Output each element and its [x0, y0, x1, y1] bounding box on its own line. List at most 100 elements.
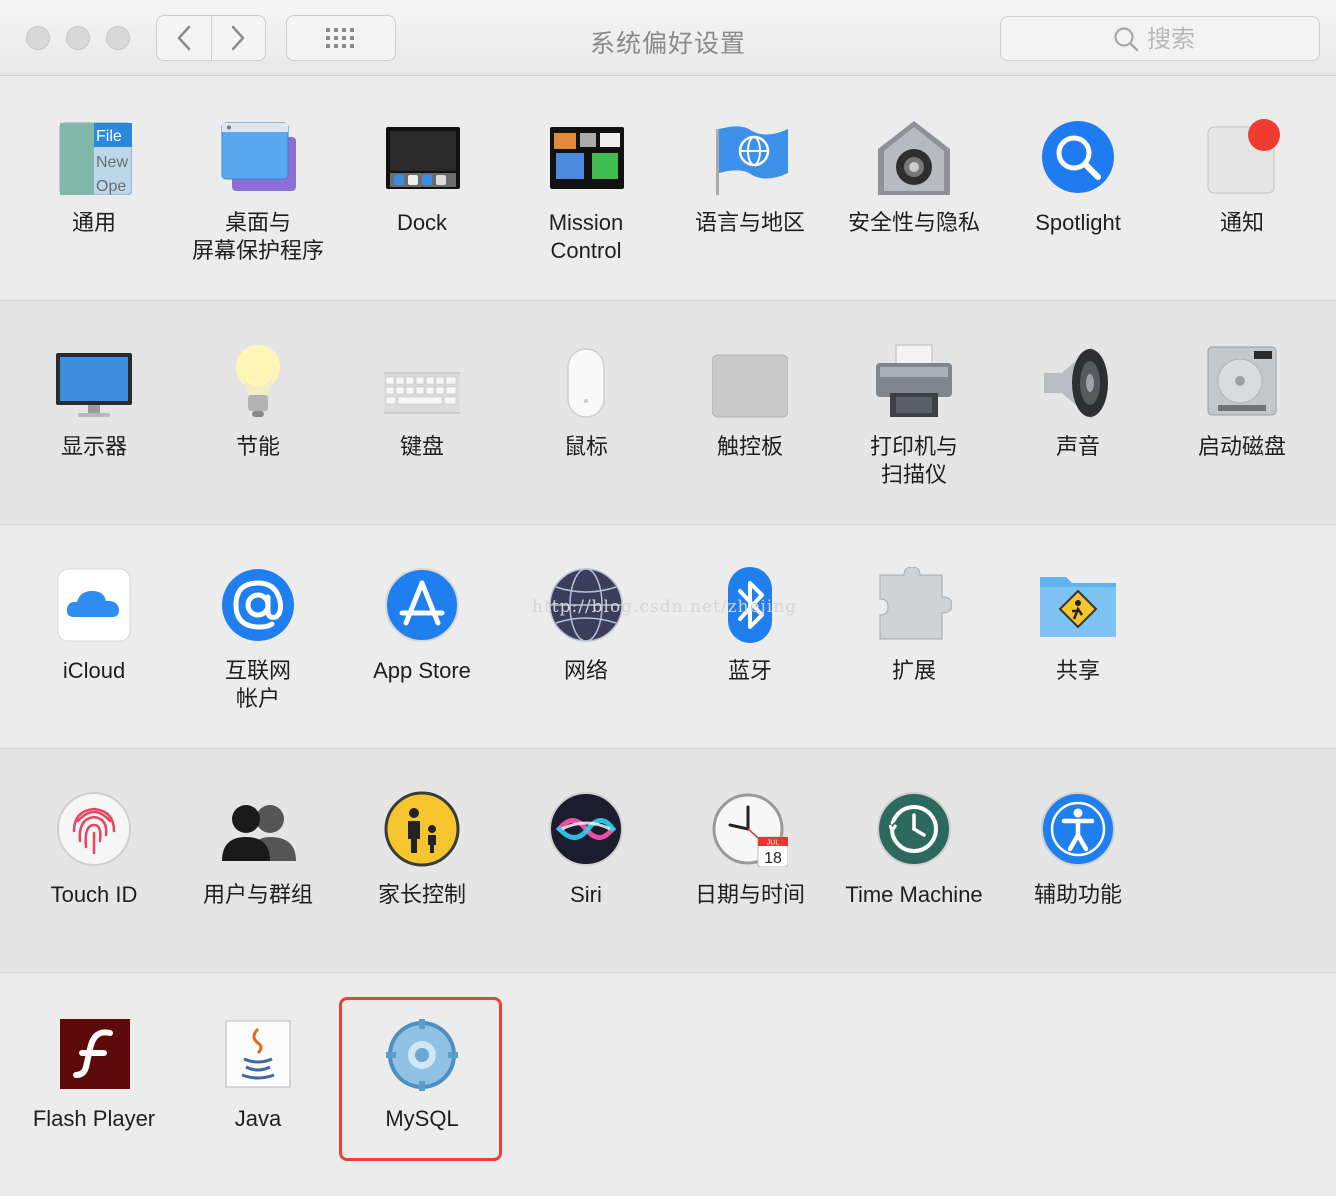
pane-label: 用户与群组: [202, 882, 313, 907]
svg-text:Ope: Ope: [96, 178, 126, 195]
touch-id-icon: [57, 792, 131, 866]
pane-label: 辅助功能: [1033, 882, 1122, 907]
parental-controls-icon: [384, 791, 460, 867]
pane-sound[interactable]: 声音: [996, 301, 1160, 501]
sharing-icon: [1040, 577, 1116, 637]
icloud-icon: [57, 568, 131, 642]
pane-icloud[interactable]: iCloud: [12, 525, 176, 725]
pane-flash-player[interactable]: Flash Player: [12, 973, 176, 1173]
pane-date-time[interactable]: JUL 18 日期与时间: [668, 749, 832, 949]
pane-label: 互联网 帐户: [224, 658, 291, 711]
pane-label: 键盘: [399, 434, 444, 459]
sound-icon: [1044, 347, 1108, 419]
notifications-icon: [1207, 119, 1280, 194]
pane-language-region[interactable]: 语言与地区: [668, 77, 832, 277]
pane-extensions[interactable]: 扩展: [832, 525, 996, 725]
pane-label: 日期与时间: [694, 882, 805, 907]
extensions-icon: [879, 567, 952, 640]
pane-app-store[interactable]: App Store: [340, 525, 504, 725]
pane-label: 安全性与隐私: [847, 210, 980, 235]
pane-security-privacy[interactable]: 安全性与隐私: [832, 77, 996, 277]
desktop-screensaver-icon: [221, 122, 296, 191]
pane-dock[interactable]: Dock: [340, 77, 504, 277]
pane-label: 声音: [1055, 434, 1100, 459]
svg-text:File: File: [96, 128, 122, 145]
spotlight-icon: [1042, 121, 1114, 193]
pane-mission-control[interactable]: Mission Control: [504, 77, 668, 277]
pane-label: Time Machine: [845, 882, 983, 907]
pane-notifications[interactable]: 通知: [1160, 77, 1324, 277]
pane-label: 家长控制: [377, 882, 466, 907]
pane-general[interactable]: File New Ope 通用: [12, 77, 176, 277]
siri-icon: [549, 792, 623, 866]
svg-text:JUL: JUL: [767, 840, 780, 847]
pane-label: 通知: [1219, 210, 1264, 235]
pane-users-groups[interactable]: 用户与群组: [176, 749, 340, 949]
pane-label: Siri: [570, 882, 602, 907]
language-region-icon: [716, 126, 788, 195]
app-store-icon: [385, 568, 459, 642]
pane-label: 共享: [1055, 658, 1100, 683]
pane-siri[interactable]: Siri: [504, 749, 668, 949]
pane-label: Mission Control: [548, 210, 624, 263]
pane-displays[interactable]: 显示器: [12, 301, 176, 501]
pane-label: App Store: [373, 658, 471, 683]
date-time-icon: JUL 18: [712, 793, 788, 867]
pane-startup-disk[interactable]: 启动磁盘: [1160, 301, 1324, 501]
pane-network[interactable]: 网络: [504, 525, 668, 725]
mysql-highlight-box: [339, 997, 502, 1161]
pane-bluetooth[interactable]: 蓝牙: [668, 525, 832, 725]
flash-player-icon: [60, 1019, 130, 1089]
pane-parental-controls[interactable]: 家长控制: [340, 749, 504, 949]
search-field[interactable]: [1000, 16, 1320, 61]
watermark: http://blog.csdn.net/zhejing: [532, 597, 798, 617]
pane-java[interactable]: Java: [176, 973, 340, 1173]
trackpad-icon: [712, 354, 788, 418]
pane-label: 网络: [563, 658, 608, 683]
java-icon: [225, 1020, 291, 1088]
pane-label: 桌面与 屏幕保护程序: [191, 210, 324, 263]
pane-accessibility[interactable]: 辅助功能: [996, 749, 1160, 949]
svg-text:New: New: [96, 154, 128, 171]
pane-mouse[interactable]: 鼠标: [504, 301, 668, 501]
pane-label: Touch ID: [50, 882, 138, 907]
pane-internet-accounts[interactable]: 互联网 帐户: [176, 525, 340, 725]
printers-scanners-icon: [876, 344, 952, 417]
pane-label: 节能: [235, 434, 280, 459]
dock-icon: [386, 127, 460, 189]
pane-label: iCloud: [62, 658, 126, 683]
mouse-icon: [567, 348, 605, 418]
keyboard-icon: [384, 372, 460, 414]
pane-label: 触控板: [716, 434, 783, 459]
general-icon: File New Ope: [59, 122, 132, 195]
pane-label: 启动磁盘: [1197, 434, 1286, 459]
pane-spotlight[interactable]: Spotlight: [996, 77, 1160, 277]
pane-printers-scanners[interactable]: 打印机与 扫描仪: [832, 301, 996, 501]
startup-disk-icon: [1207, 346, 1277, 416]
search-input[interactable]: [1147, 24, 1207, 53]
security-privacy-icon: [878, 121, 950, 195]
pane-sharing[interactable]: 共享: [996, 525, 1160, 725]
svg-text:18: 18: [764, 850, 782, 867]
pane-label: 通用: [71, 210, 116, 235]
users-groups-icon: [222, 805, 296, 861]
system-preferences-window: 系统偏好设置 File New Ope 通用 桌面与 屏幕保护程序: [0, 0, 1336, 1196]
pane-desktop-screensaver[interactable]: 桌面与 屏幕保护程序: [176, 77, 340, 277]
pane-label: 打印机与 扫描仪: [869, 434, 958, 487]
pane-label: Dock: [396, 210, 448, 235]
pane-label: Spotlight: [1035, 210, 1121, 235]
pane-touch-id[interactable]: Touch ID: [12, 749, 176, 949]
pane-label: 蓝牙: [727, 658, 772, 683]
displays-icon: [56, 353, 132, 417]
internet-accounts-icon: [222, 569, 294, 641]
mission-control-icon: [550, 127, 624, 189]
pane-time-machine[interactable]: Time Machine: [832, 749, 996, 949]
pane-energy-saver[interactable]: 节能: [176, 301, 340, 501]
pane-label: 显示器: [60, 434, 127, 459]
pane-label: 扩展: [891, 658, 936, 683]
time-machine-icon: [877, 792, 951, 866]
pane-trackpad[interactable]: 触控板: [668, 301, 832, 501]
search-icon: [1114, 26, 1139, 51]
pane-keyboard[interactable]: 键盘: [340, 301, 504, 501]
pane-label: 语言与地区: [694, 210, 805, 235]
